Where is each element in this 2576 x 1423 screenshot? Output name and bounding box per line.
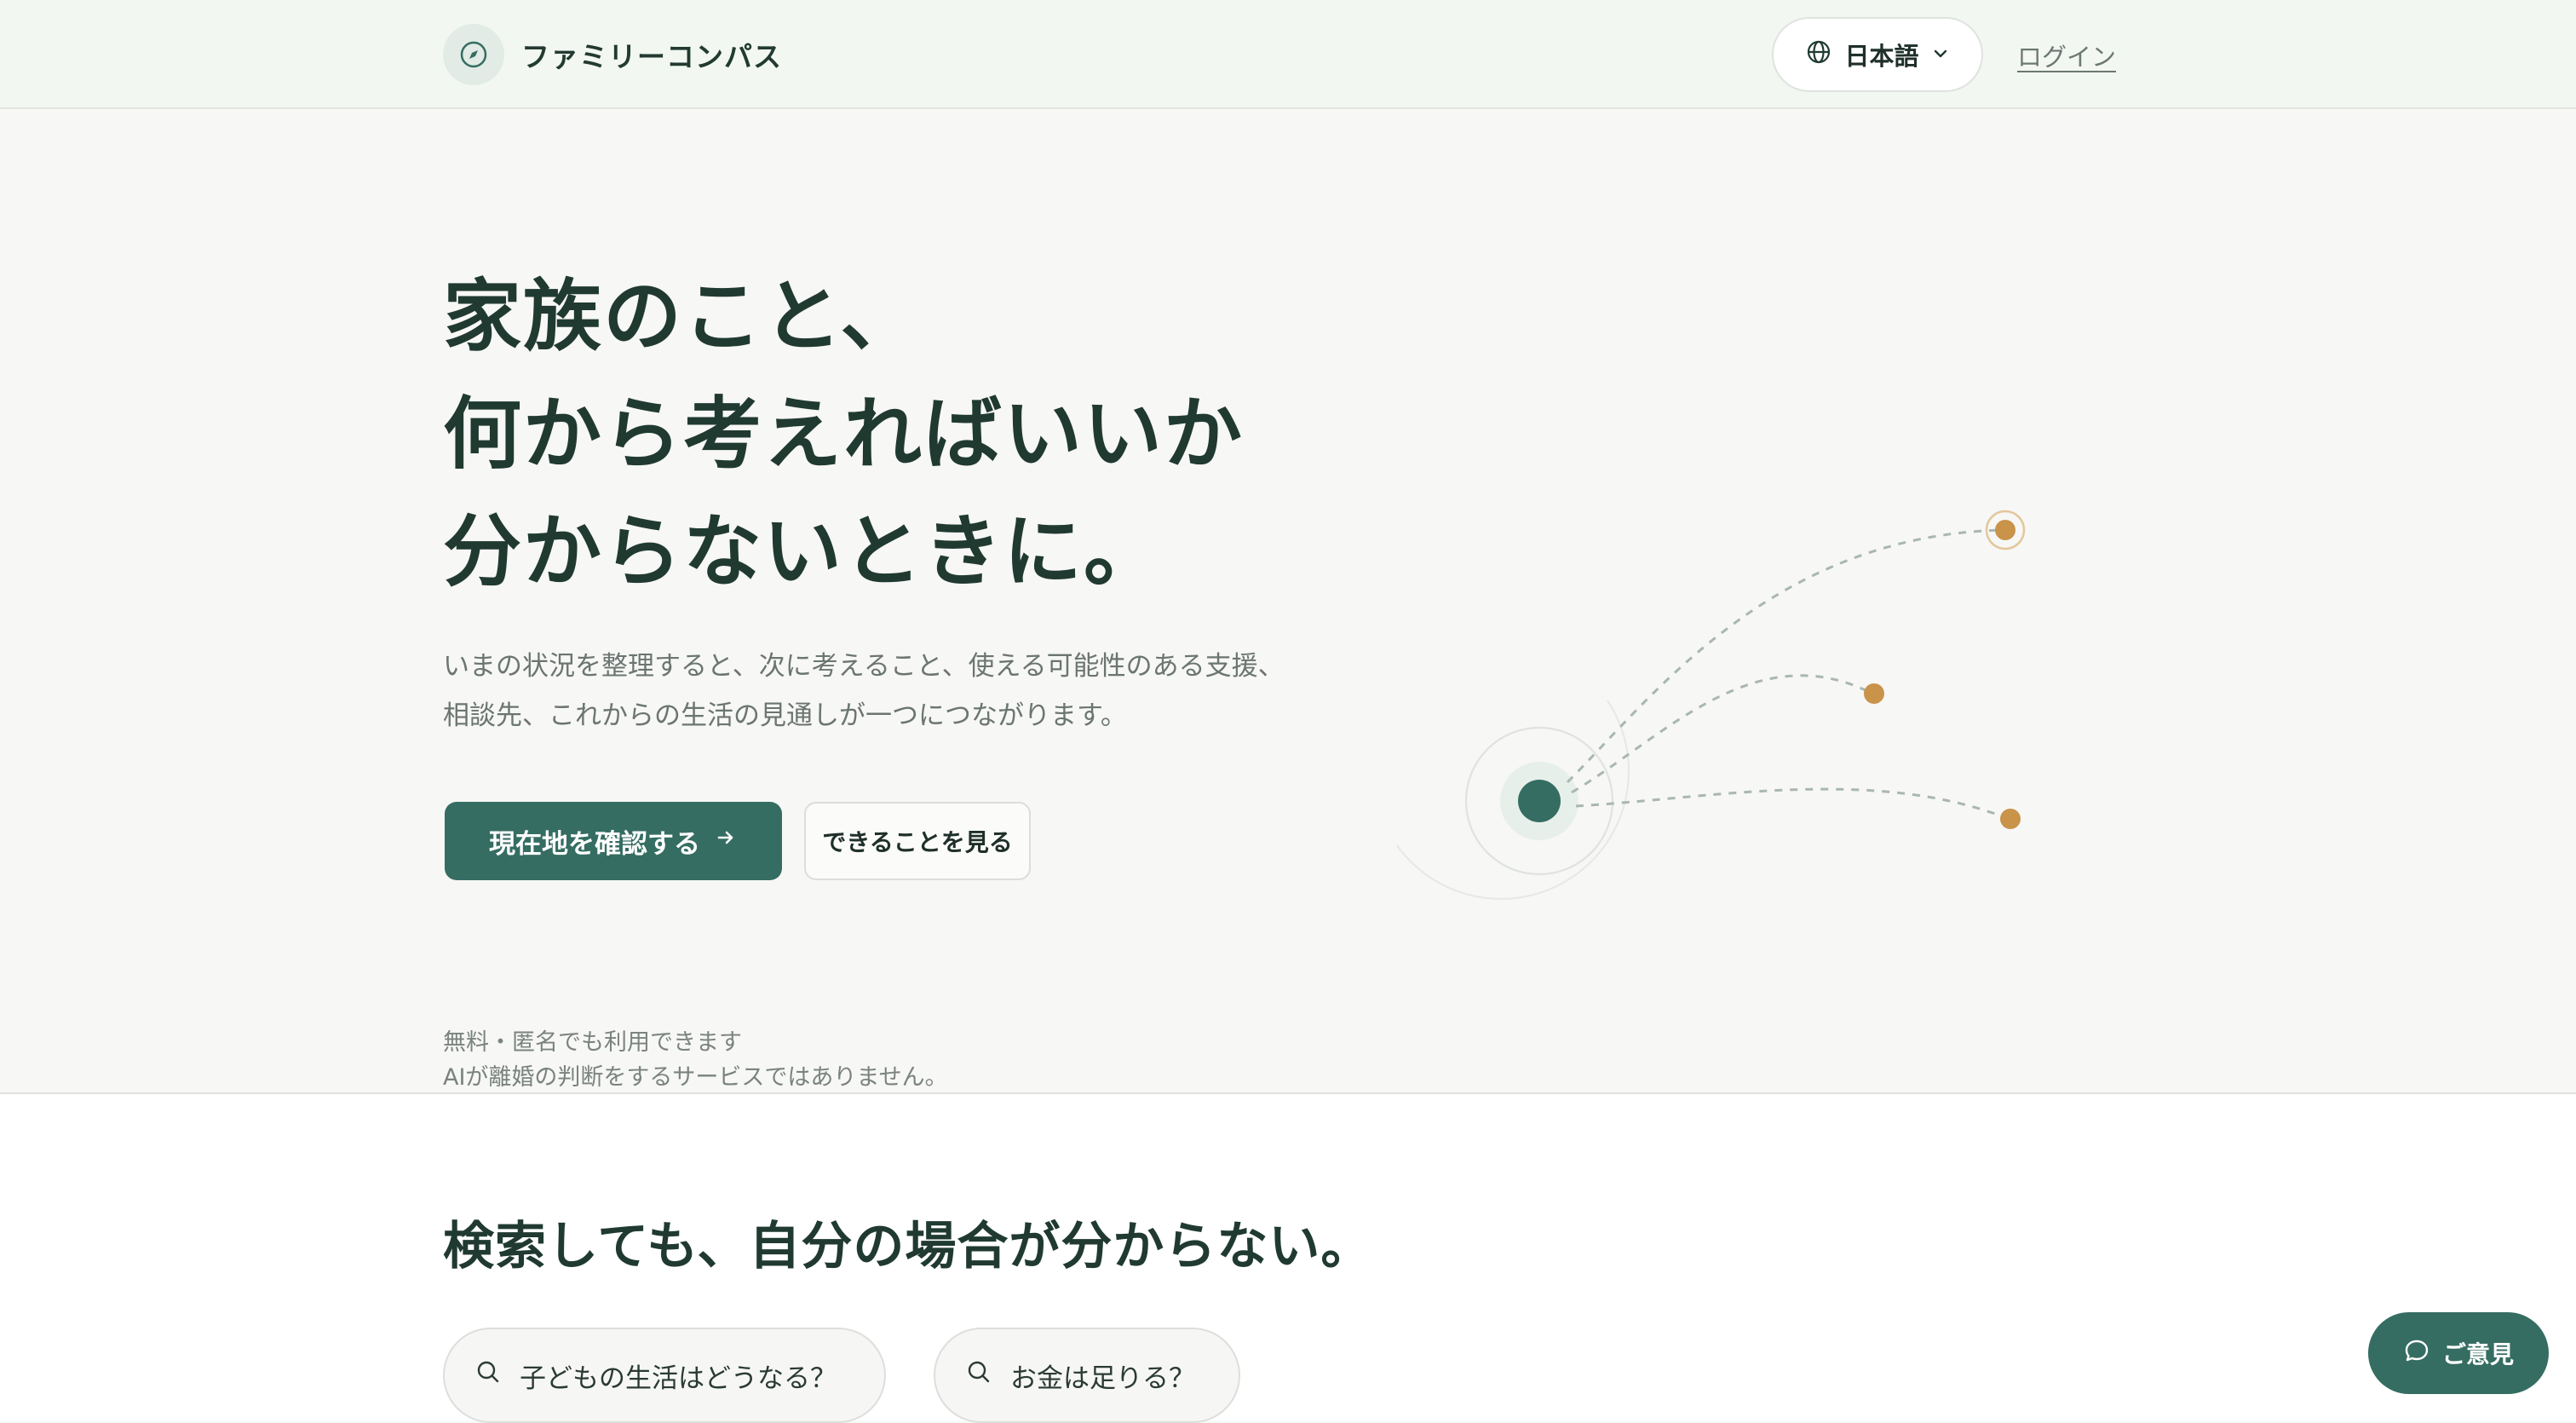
arrow-right-icon bbox=[714, 826, 738, 856]
concentric-rings bbox=[1397, 700, 1630, 900]
top-header: ファミリーコンパス 日本語 ログイン bbox=[0, 0, 2576, 109]
hero-notes: 無料・匿名でも利用できます AIが離婚の判断をするサービスではありません。 bbox=[443, 1025, 948, 1095]
ai-disclaimer: AIが離婚の判断をするサービスではありません。 bbox=[443, 1064, 948, 1091]
search-problem-section: 検索しても、自分の場合が分からない。 子どもの生活はどうなる？ お金は足りる？ bbox=[0, 1094, 2576, 1423]
search-icon bbox=[475, 1359, 501, 1391]
language-label: 日本語 bbox=[1844, 42, 1919, 71]
feedback-label: ご意見 bbox=[2441, 1340, 2514, 1368]
hero-title: 家族のこと、 何から考えればいいか 分からないときに。 bbox=[443, 258, 1244, 611]
globe-icon bbox=[1805, 38, 1832, 72]
hero-title-line: 家族のこと、 bbox=[443, 271, 921, 362]
check-location-button[interactable]: 現在地を確認する bbox=[445, 802, 782, 880]
hero-description-line: いまの状況を整理すると、次に考えること、使える可能性のある支援、 bbox=[443, 651, 1285, 682]
hero-title-line: 分からないときに。 bbox=[443, 506, 1164, 597]
compass-icon bbox=[443, 24, 504, 85]
see-options-label: できることを見る bbox=[822, 828, 1013, 856]
chat-bubble-icon bbox=[2403, 1337, 2430, 1370]
current-location-dot bbox=[1518, 780, 1561, 822]
feedback-button[interactable]: ご意見 bbox=[2368, 1312, 2549, 1394]
check-location-label: 現在地を確認する bbox=[489, 828, 700, 860]
section-title: 検索しても、自分の場合が分からない。 bbox=[443, 1217, 1373, 1276]
hero-description: いまの状況を整理すると、次に考えること、使える可能性のある支援、 相談先、これか… bbox=[443, 642, 1380, 740]
brand[interactable]: ファミリーコンパス bbox=[443, 24, 782, 85]
question-chip-money[interactable]: お金は足りる？ bbox=[934, 1328, 1240, 1423]
hero-description-line: 相談先、これからの生活の見通しが一つにつながります。 bbox=[443, 700, 1127, 731]
connection-paths bbox=[1566, 528, 2010, 821]
language-selector[interactable]: 日本語 bbox=[1772, 17, 1983, 92]
search-icon bbox=[966, 1359, 992, 1391]
hero-title-line: 何から考えればいいか bbox=[443, 389, 1245, 480]
chip-label: 子どもの生活はどうなる？ bbox=[520, 1363, 837, 1394]
chevron-down-icon bbox=[1931, 40, 1950, 69]
brand-name: ファミリーコンパス bbox=[521, 40, 782, 73]
hero-section: 家族のこと、 何から考えればいいか 分からないときに。 いまの状況を整理すると、… bbox=[0, 109, 2576, 1094]
compass-illustration bbox=[1397, 510, 2026, 900]
login-link[interactable]: ログイン bbox=[2017, 37, 2116, 73]
free-note: 無料・匿名でも利用できます bbox=[443, 1029, 742, 1056]
question-chip-children[interactable]: 子どもの生活はどうなる？ bbox=[443, 1328, 886, 1423]
see-options-button[interactable]: できることを見る bbox=[804, 802, 1031, 880]
chip-label: お金は足りる？ bbox=[1010, 1363, 1195, 1394]
destination-dots bbox=[1864, 510, 2026, 829]
